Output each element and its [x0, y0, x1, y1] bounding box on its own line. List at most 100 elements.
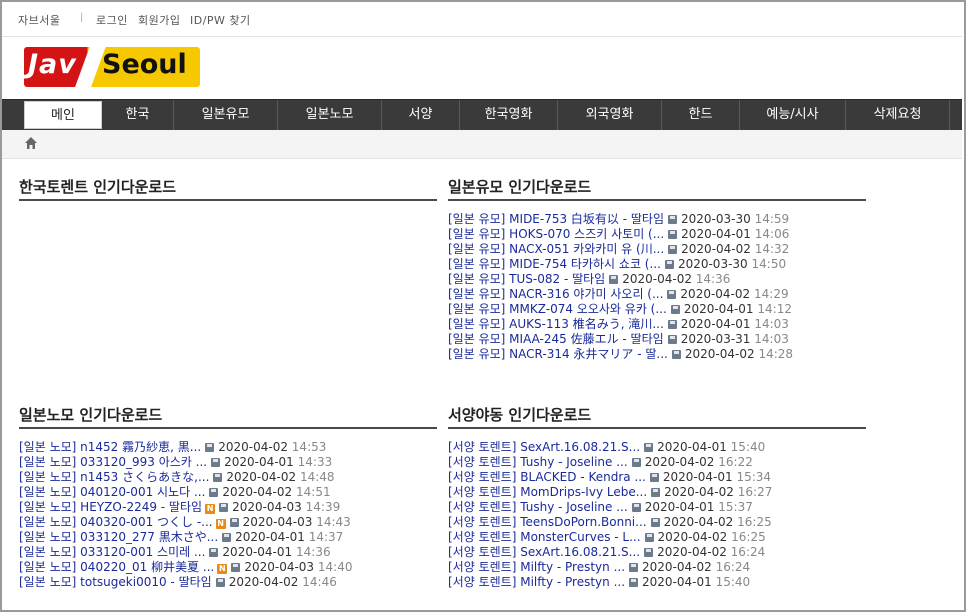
- list-item-title[interactable]: SexArt.16.08.21.S...: [520, 440, 640, 454]
- list-item-category[interactable]: [일본 유모]: [448, 227, 505, 241]
- home-icon[interactable]: [24, 136, 38, 150]
- list-item[interactable]: [일본 유모] AUKS-113 椎名みう, 滝川... 2020-04-01 1…: [448, 317, 793, 332]
- nav-item-delete-request[interactable]: 삭제요청: [846, 100, 950, 130]
- list-item-category[interactable]: [일본 유모]: [448, 347, 505, 361]
- list-item-title[interactable]: Milfty - Prestyn ...: [520, 560, 625, 574]
- list-item-title[interactable]: n1453 さくらあきな,...: [80, 470, 209, 484]
- list-item-title[interactable]: 033120_993 아스카 ...: [80, 455, 207, 469]
- list-item-title[interactable]: HEYZO-2249 - 딸타임: [80, 500, 202, 514]
- list-item-title[interactable]: MomDrips-Ivy Lebe...: [520, 485, 647, 499]
- list-item[interactable]: [일본 노모] 033120-001 스미레 ... 2020-04-01 14:…: [19, 545, 353, 560]
- list-item[interactable]: [일본 노모] 033120_277 黒木さや... 2020-04-01 14:…: [19, 530, 353, 545]
- list-item-title[interactable]: 040220_01 柳井美夏 ...: [80, 560, 214, 574]
- list-item-category[interactable]: [서양 토렌트]: [448, 455, 516, 469]
- nav-item-japan-censored[interactable]: 일본유모: [174, 100, 278, 130]
- list-item-title[interactable]: totsugeki0010 - 딸타임: [80, 575, 212, 589]
- list-item-title[interactable]: MonsterCurves - L...: [520, 530, 640, 544]
- list-item[interactable]: [일본 유모] NACR-316 야가미 사오리 (... 2020-04-02 …: [448, 287, 793, 302]
- list-item-category[interactable]: [일본 노모]: [19, 485, 76, 499]
- nav-item-japan-uncensored[interactable]: 일본노모: [278, 100, 382, 130]
- list-item[interactable]: [일본 유모] HOKS-070 스즈키 사토미 (... 2020-04-01 …: [448, 227, 793, 242]
- list-item[interactable]: [일본 유모] NACX-051 카와카미 유 (川... 2020-04-02 …: [448, 242, 793, 257]
- list-item-category[interactable]: [일본 노모]: [19, 560, 76, 574]
- list-item-title[interactable]: MIDE-753 白坂有以 - 딸타임: [509, 212, 664, 226]
- list-item[interactable]: [일본 유모] NACR-314 永井マリア - 딸... 2020-04-02 …: [448, 347, 793, 362]
- list-item-category[interactable]: [서양 토렌트]: [448, 560, 516, 574]
- list-item[interactable]: [일본 유모] MIDE-753 白坂有以 - 딸타임 2020-03-30 14…: [448, 212, 793, 227]
- list-item-title[interactable]: Milfty - Prestyn ...: [520, 575, 625, 589]
- list-item-category[interactable]: [서양 토렌트]: [448, 575, 516, 589]
- list-item-title[interactable]: Tushy - Joseline ...: [520, 455, 627, 469]
- list-item[interactable]: [일본 노모] n1452 霧乃紗恵, 黒... 2020-04-02 14:53: [19, 440, 353, 455]
- list-item-title[interactable]: HOKS-070 스즈키 사토미 (...: [509, 227, 664, 241]
- list-item-category[interactable]: [일본 유모]: [448, 272, 505, 286]
- list-item-title[interactable]: SexArt.16.08.21.S...: [520, 545, 640, 559]
- list-item[interactable]: [서양 토렌트] SexArt.16.08.21.S... 2020-04-02 …: [448, 545, 772, 560]
- list-item-category[interactable]: [일본 유모]: [448, 257, 505, 271]
- list-item-title[interactable]: NACR-314 永井マリア - 딸...: [509, 347, 668, 361]
- list-item-category[interactable]: [일본 유모]: [448, 242, 505, 256]
- list-item-category[interactable]: [일본 유모]: [448, 302, 505, 316]
- list-item-category[interactable]: [일본 노모]: [19, 455, 76, 469]
- list-item-title[interactable]: 040120-001 시노다 ...: [80, 485, 205, 499]
- list-item-title[interactable]: TUS-082 - 딸타임: [509, 272, 605, 286]
- list-item-title[interactable]: MIDE-754 타카하시 쇼코 (...: [509, 257, 661, 271]
- list-item-category[interactable]: [서양 토렌트]: [448, 515, 516, 529]
- list-item[interactable]: [일본 유모] MIAA-245 佐藤エル - 딸타임 2020-03-31 14…: [448, 332, 793, 347]
- list-item-category[interactable]: [일본 노모]: [19, 545, 76, 559]
- list-item-category[interactable]: [일본 노모]: [19, 530, 76, 544]
- list-item[interactable]: [일본 노모] HEYZO-2249 - 딸타임 N 2020-04-03 14:3…: [19, 500, 353, 515]
- list-item[interactable]: [서양 토렌트] Tushy - Joseline ... 2020-04-02 …: [448, 455, 772, 470]
- login-link[interactable]: 로그인: [96, 12, 128, 28]
- list-item[interactable]: [일본 노모] 040320-001 つくし -... N 2020-04-03 1…: [19, 515, 353, 530]
- list-item-category[interactable]: [일본 노모]: [19, 470, 76, 484]
- site-logo[interactable]: Jav Seoul: [24, 47, 200, 87]
- nav-item-korean-drama[interactable]: 한드: [662, 100, 740, 130]
- list-item[interactable]: [서양 토렌트] SexArt.16.08.21.S... 2020-04-01 …: [448, 440, 772, 455]
- list-item[interactable]: [일본 유모] TUS-082 - 딸타임 2020-04-02 14:36: [448, 272, 793, 287]
- list-item-category[interactable]: [일본 노모]: [19, 515, 76, 529]
- list-item-title[interactable]: MMKZ-074 오오사와 유카 (...: [509, 302, 667, 316]
- list-item-category[interactable]: [서양 토렌트]: [448, 485, 516, 499]
- list-item[interactable]: [일본 유모] MMKZ-074 오오사와 유카 (... 2020-04-01 …: [448, 302, 793, 317]
- nav-item-variety[interactable]: 예능/시사: [740, 100, 846, 130]
- list-item-category[interactable]: [일본 유모]: [448, 287, 505, 301]
- list-item-category[interactable]: [일본 노모]: [19, 500, 76, 514]
- list-item[interactable]: [일본 노모] 040120-001 시노다 ... 2020-04-02 14:…: [19, 485, 353, 500]
- list-item-title[interactable]: BLACKED - Kendra ...: [520, 470, 646, 484]
- list-item-title[interactable]: 040320-001 つくし -...: [80, 515, 212, 529]
- nav-item-main[interactable]: 메인: [24, 101, 102, 129]
- list-item-title[interactable]: AUKS-113 椎名みう, 滝川...: [509, 317, 664, 331]
- list-item-title[interactable]: 033120-001 스미레 ...: [80, 545, 205, 559]
- list-item[interactable]: [일본 노모] 040220_01 柳井美夏 ... N 2020-04-03 14…: [19, 560, 353, 575]
- list-item[interactable]: [일본 노모] totsugeki0010 - 딸타임 2020-04-02 14…: [19, 575, 353, 590]
- list-item-category[interactable]: [서양 토렌트]: [448, 500, 516, 514]
- list-item[interactable]: [서양 토렌트] MonsterCurves - L... 2020-04-02 …: [448, 530, 772, 545]
- list-item-category[interactable]: [일본 노모]: [19, 575, 76, 589]
- list-item[interactable]: [서양 토렌트] Tushy - Joseline ... 2020-04-01 …: [448, 500, 772, 515]
- list-item-category[interactable]: [서양 토렌트]: [448, 440, 516, 454]
- list-item-category[interactable]: [일본 유모]: [448, 332, 505, 346]
- list-item-title[interactable]: NACR-316 야가미 사오리 (...: [509, 287, 663, 301]
- list-item[interactable]: [서양 토렌트] Milfty - Prestyn ... 2020-04-01 …: [448, 575, 772, 590]
- list-item-title[interactable]: TeensDoPorn.Bonni...: [520, 515, 646, 529]
- nav-item-foreign-movie[interactable]: 외국영화: [558, 100, 662, 130]
- list-item[interactable]: [일본 노모] 033120_993 아스카 ... 2020-04-01 14:…: [19, 455, 353, 470]
- list-item-title[interactable]: n1452 霧乃紗恵, 黒...: [80, 440, 201, 454]
- site-name-link[interactable]: 자브서울: [18, 12, 60, 28]
- signup-link[interactable]: 회원가입: [138, 12, 180, 28]
- list-item[interactable]: [서양 토렌트] BLACKED - Kendra ... 2020-04-01 …: [448, 470, 772, 485]
- list-item[interactable]: [서양 토렌트] TeensDoPorn.Bonni... 2020-04-02 …: [448, 515, 772, 530]
- list-item-category[interactable]: [일본 유모]: [448, 317, 505, 331]
- list-item-title[interactable]: Tushy - Joseline ...: [520, 500, 627, 514]
- nav-item-korea[interactable]: 한국: [102, 100, 174, 130]
- list-item-category[interactable]: [서양 토렌트]: [448, 530, 516, 544]
- list-item[interactable]: [일본 노모] n1453 さくらあきな,... 2020-04-02 14:48: [19, 470, 353, 485]
- list-item-title[interactable]: NACX-051 카와카미 유 (川...: [509, 242, 664, 256]
- nav-item-western[interactable]: 서양: [382, 100, 460, 130]
- nav-item-korean-movie[interactable]: 한국영화: [460, 100, 558, 130]
- list-item-title[interactable]: MIAA-245 佐藤エル - 딸타임: [509, 332, 664, 346]
- list-item-title[interactable]: 033120_277 黒木さや...: [80, 530, 218, 544]
- list-item-category[interactable]: [서양 토렌트]: [448, 545, 516, 559]
- list-item-category[interactable]: [일본 유모]: [448, 212, 505, 226]
